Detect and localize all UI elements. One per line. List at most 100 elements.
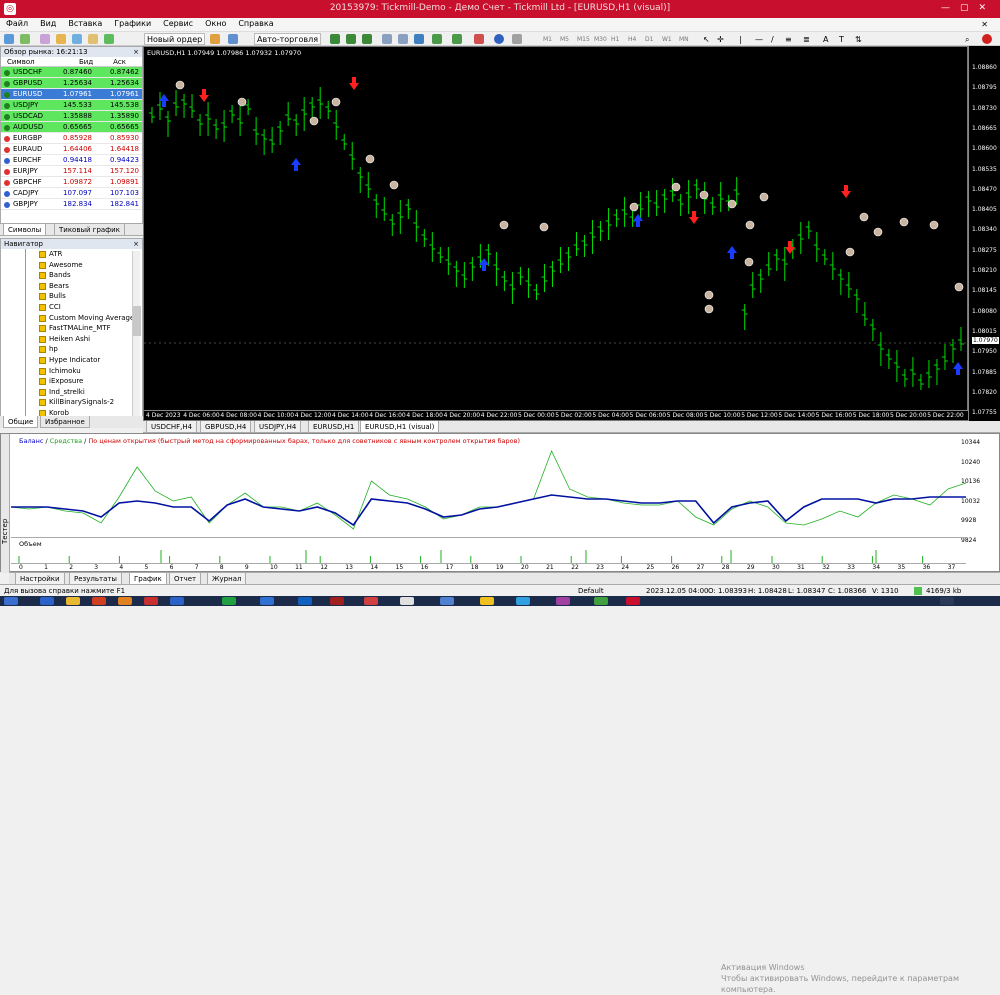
menu-item[interactable]: Сервис [157,18,199,29]
cursor-icon[interactable]: ↖ [700,33,713,45]
timeframe-h4[interactable]: H4 [625,33,639,45]
market-watch-row[interactable]: EURUSD 1.07961 1.07961 [1,89,142,100]
navigator-item[interactable]: CCI [1,301,142,313]
chart-tab[interactable]: GBPUSD,H4 [200,421,252,433]
timeframe-m30[interactable]: M30 [591,33,610,45]
zoom-in-icon[interactable] [382,34,392,44]
chart-canvas[interactable] [144,47,969,412]
label-icon[interactable]: T [836,33,847,45]
taskbar-app-icon[interactable] [516,597,530,605]
autotrade-button[interactable]: Авто-торговля [254,33,321,45]
close-icon[interactable]: ✕ [975,19,994,30]
trendline-icon[interactable]: / [768,33,777,45]
navigator-item[interactable]: Awesome [1,259,142,271]
tab-favorites[interactable]: Избранное [40,416,90,428]
taskbar-app-icon[interactable] [260,597,274,605]
menu-item[interactable]: Вид [34,18,62,29]
timeframe-mn[interactable]: MN [676,33,692,45]
vertical-line-icon[interactable]: | [736,33,745,45]
taskbar-app-icon[interactable] [222,597,236,605]
data-window-icon[interactable] [56,34,66,44]
price-chart[interactable]: EURUSD,H1 1.07949 1.07986 1.07932 1.0797… [143,46,969,421]
navigator-item[interactable]: Bulls [1,291,142,303]
market-watch-row[interactable]: EURGBP 0.85928 0.85930 [1,133,142,144]
chart-shift-icon[interactable] [452,34,462,44]
new-chart-icon[interactable] [4,34,14,44]
fibonacci-icon[interactable]: ≣ [800,33,813,45]
taskbar-metatrader-icon[interactable] [626,597,640,605]
taskbar-app-icon[interactable] [118,597,132,605]
indicators-icon[interactable] [474,34,484,44]
tab-symbols[interactable]: Символы [3,224,47,236]
market-watch-icon[interactable] [40,34,50,44]
taskbar-app-icon[interactable] [594,597,608,605]
chart-tab[interactable]: USDCHF,H4 [146,421,198,433]
taskbar-app-icon[interactable] [480,597,494,605]
crosshair-icon[interactable]: ✛ [714,33,727,45]
profiles-icon[interactable] [20,34,30,44]
taskbar-folder-icon[interactable] [66,597,80,605]
timeframe-m1[interactable]: M1 [540,33,555,45]
zoom-out-icon[interactable] [398,34,408,44]
taskbar-app-icon[interactable] [556,597,570,605]
navigator-item[interactable]: hp [1,344,142,356]
market-watch-row[interactable]: GBPUSD 1.25634 1.25634 [1,78,142,89]
column-symbol[interactable]: Символ [7,57,35,67]
timeframe-h1[interactable]: H1 [608,33,622,45]
auto-scroll-icon[interactable] [432,34,442,44]
taskbar-app-icon[interactable] [364,597,378,605]
timeframe-m15[interactable]: M15 [574,33,593,45]
navigator-item[interactable]: Heiken Ashi [1,333,142,345]
navigator-item[interactable]: Ind_strelki [1,386,142,398]
scrollbar-thumb[interactable] [133,306,141,336]
close-icon[interactable]: × [133,47,139,57]
window-controls[interactable]: —▢✕ [941,3,996,13]
notifications-icon[interactable] [982,34,992,44]
market-watch-row[interactable]: AUDUSD 0.65665 0.65665 [1,122,142,133]
timeframe-m5[interactable]: M5 [557,33,572,45]
new-order-button[interactable]: Новый ордер [144,33,206,45]
navigator-item[interactable]: Bands [1,270,142,282]
bar-chart-icon[interactable] [330,34,340,44]
taskbar-app-icon[interactable] [170,597,184,605]
navigator-item[interactable]: FastTMALine_MTF [1,323,142,335]
tab-tick-chart[interactable]: Тиковый график [54,224,125,236]
text-icon[interactable]: A [820,33,831,45]
column-ask[interactable]: Аск [113,57,126,67]
market-watch-row[interactable]: USDJPY 145.533 145.538 [1,100,142,111]
start-icon[interactable] [4,597,18,605]
navigator-icon[interactable] [72,34,82,44]
menu-item[interactable]: Вставка [62,18,108,29]
timeframe-d1[interactable]: D1 [642,33,656,45]
options-icon[interactable] [228,34,238,44]
navigator-item[interactable]: Hype Indicator [1,354,142,366]
tester-icon[interactable] [104,34,114,44]
navigator-item[interactable]: Custom Moving Averages [1,312,142,324]
horizontal-line-icon[interactable]: — [752,33,766,45]
market-watch-row[interactable]: EURCHF 0.94418 0.94423 [1,155,142,166]
navigator-item[interactable]: Ichimoku [1,365,142,377]
arrows-icon[interactable]: ⇅ [852,33,865,45]
taskbar-app-icon[interactable] [144,597,158,605]
menu-item[interactable]: Окно [199,18,232,29]
market-watch-row[interactable]: GBPJPY 182.834 182.841 [1,199,142,210]
periods-icon[interactable] [494,34,504,44]
timeframe-w1[interactable]: W1 [659,33,675,45]
taskbar-app-icon[interactable] [330,597,344,605]
search-icon[interactable]: ⌕ [962,33,972,45]
menu-item[interactable]: Файл [0,18,34,29]
column-bid[interactable]: Бид [79,57,93,67]
market-watch-row[interactable]: USDCHF 0.87460 0.87462 [1,67,142,78]
market-watch-row[interactable]: GBPCHF 1.09872 1.09891 [1,177,142,188]
line-chart-icon[interactable] [362,34,372,44]
menu-item[interactable]: Графики [108,18,157,29]
navigator-scrollbar[interactable] [132,251,141,416]
tray-icon[interactable] [940,597,954,605]
channel-icon[interactable]: ≡ [782,33,795,45]
tab-general[interactable]: Общие [3,416,39,428]
taskbar-app-icon[interactable] [440,597,454,605]
tile-windows-icon[interactable] [414,34,424,44]
chart-tab[interactable]: USDJPY,H4 [254,421,302,433]
taskbar-app-icon[interactable] [40,597,54,605]
terminal-icon[interactable] [88,34,98,44]
